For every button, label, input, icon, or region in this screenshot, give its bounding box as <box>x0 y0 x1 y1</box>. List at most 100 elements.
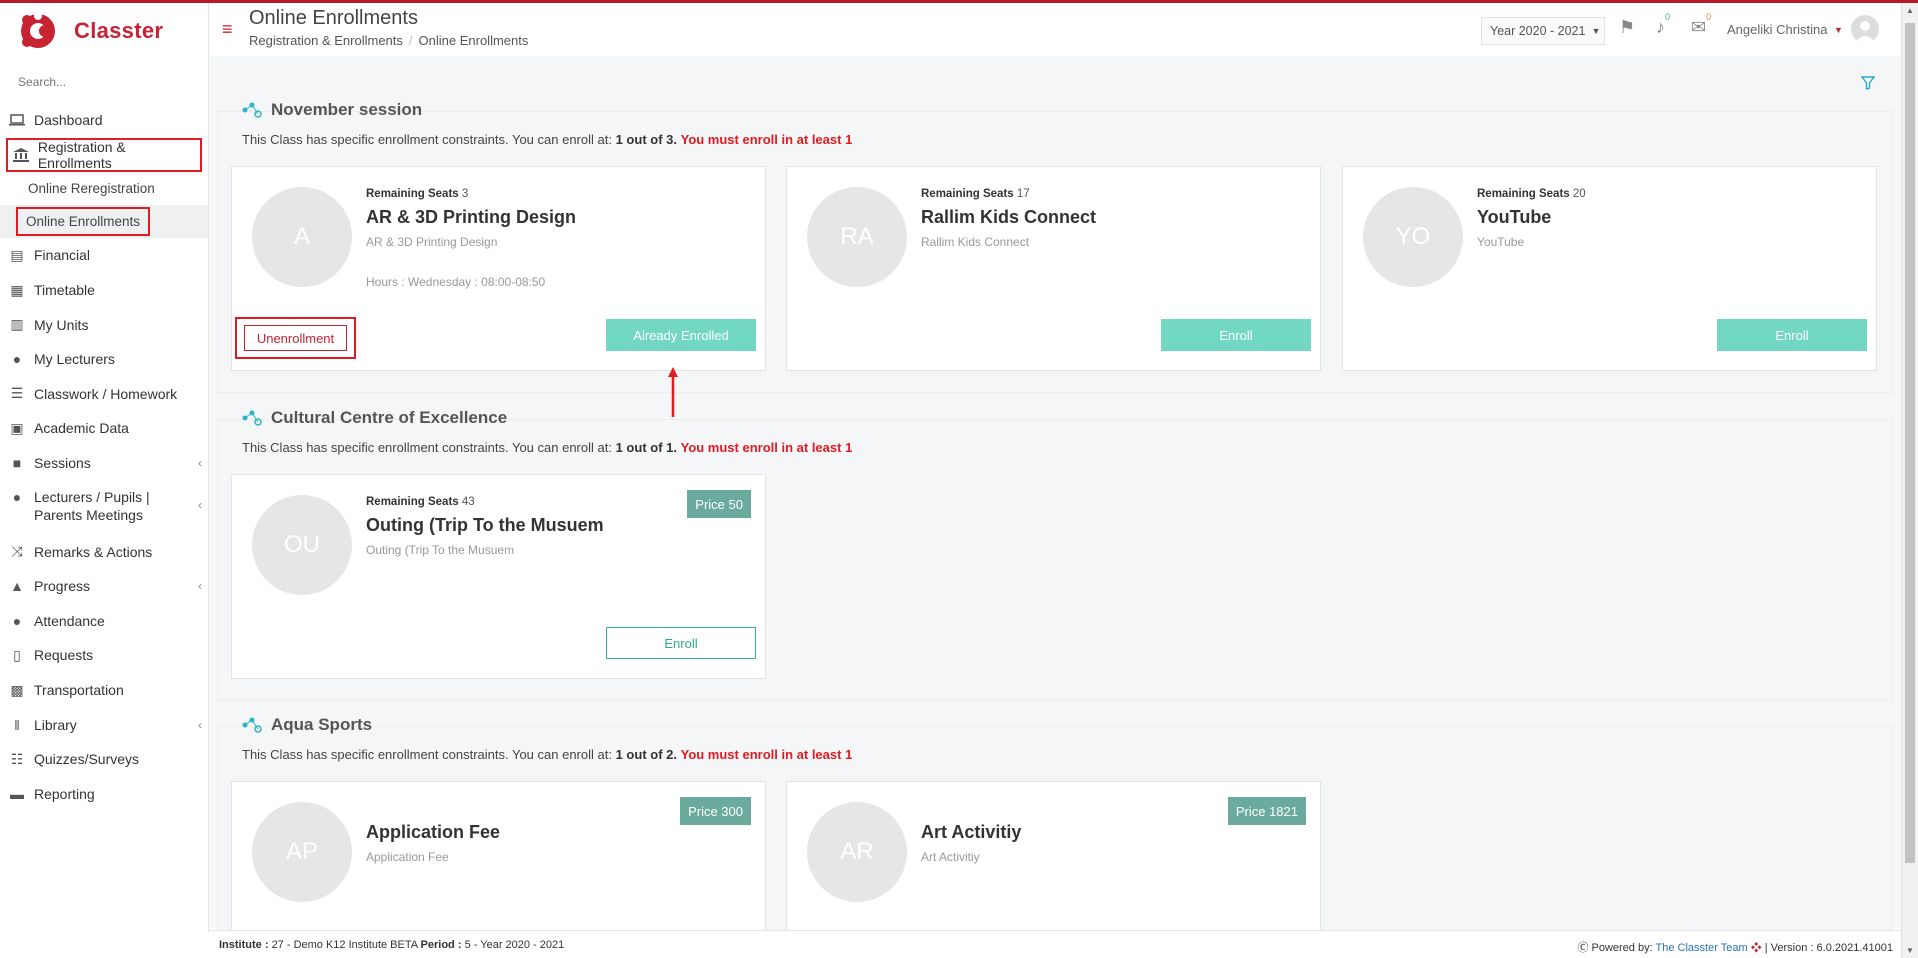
search-input[interactable] <box>0 67 208 97</box>
class-card: YO Remaining Seats 20 YouTube YouTube En… <box>1342 166 1877 371</box>
enroll-button[interactable]: Enroll <box>606 627 756 659</box>
scroll-down-icon[interactable]: ▼ <box>1906 946 1914 955</box>
hamburger-menu-icon[interactable]: ≡ <box>222 19 233 40</box>
sidebar-item-my-units[interactable]: ▥ My Units <box>0 307 208 342</box>
institute-label: Institute : <box>219 939 269 951</box>
sidebar-item-registration-enrollments[interactable]: Registration & Enrollments <box>6 137 202 173</box>
books-icon: ‖ <box>14 716 20 733</box>
classter-logo-icon <box>21 12 55 48</box>
sidebar-item-academic-data[interactable]: ▣ Academic Data <box>0 411 208 446</box>
book-icon: ▥ <box>10 316 24 333</box>
year-select[interactable]: Year 2020 - 2021 ▼ <box>1481 17 1605 45</box>
powered-link[interactable]: The Classter Team <box>1656 942 1748 954</box>
sidebar-item-label: Reporting <box>34 785 95 802</box>
logo[interactable]: Classter <box>0 3 208 59</box>
sidebar-subitem-online-enrollments[interactable]: Online Enrollments <box>0 205 208 239</box>
bell-icon[interactable]: ♪ 0 <box>1656 12 1673 38</box>
sidebar-item-my-lecturers[interactable]: ● My Lecturers <box>0 342 208 377</box>
sidebar-item-label: Attendance <box>34 612 105 629</box>
class-initials-avatar: RA <box>807 187 907 287</box>
chart-icon: ▣ <box>10 419 24 436</box>
class-title: Art Activitiy <box>921 822 1022 842</box>
class-initials-avatar: AR <box>807 802 907 902</box>
sidebar-item-reporting[interactable]: ▬ Reporting <box>0 777 208 812</box>
class-card: RA Remaining Seats 17 Rallim Kids Connec… <box>786 166 1321 371</box>
sidebar-item-label: Remarks & Actions <box>34 543 153 560</box>
sidebar-item-transportation[interactable]: ▩ Transportation <box>0 673 208 708</box>
envelope-icon[interactable]: ✉ 0 <box>1691 12 1715 38</box>
app-name: Classter <box>74 18 164 43</box>
constraint-text: This Class has specific enrollment const… <box>242 440 852 455</box>
caret-down-icon[interactable]: ▼ <box>1834 25 1843 35</box>
sidebar-item-attendance[interactable]: ● Attendance <box>0 604 208 639</box>
class-initials-avatar: OU <box>252 495 352 595</box>
filter-icon[interactable] <box>1860 76 1876 95</box>
notifications-badge: 0 <box>1661 12 1673 22</box>
classter-small-icon: ❖ <box>1750 942 1762 954</box>
section-title-text: November session <box>271 100 423 119</box>
constraint-label: This Class has specific enrollment const… <box>242 440 612 455</box>
sidebar-item-classwork-homework[interactable]: ☰ Classwork / Homework <box>0 377 208 412</box>
sidebar-item-library[interactable]: ‖ Library ‹ <box>0 707 208 742</box>
period-label: Period : <box>420 939 462 951</box>
network-icon <box>242 410 262 426</box>
section-title-text: Cultural Centre of Excellence <box>271 408 508 427</box>
network-icon <box>242 717 262 733</box>
footer: Institute : 27 - Demo K12 Institute BETA… <box>209 930 1901 958</box>
class-subtitle: Art Activitiy <box>921 850 980 864</box>
breadcrumb-separator: / <box>408 33 413 48</box>
breadcrumb-item[interactable]: Registration & Enrollments <box>249 33 403 48</box>
shuffle-icon: ⤨ <box>11 543 23 560</box>
sidebar-item-timetable[interactable]: ▦ Timetable <box>0 273 208 308</box>
constraint-warning: You must enroll in at least 1 <box>680 747 853 762</box>
price-badge: Price 50 <box>687 490 751 518</box>
sidebar-item-label: Timetable <box>34 282 95 299</box>
class-title: AR & 3D Printing Design <box>366 207 577 227</box>
seats-value: 17 <box>1016 188 1030 200</box>
sidebar-item-progress[interactable]: ▲ Progress ‹ <box>0 569 208 604</box>
scroll-up-icon[interactable]: ▲ <box>1906 6 1914 15</box>
flag-icon[interactable]: ⚑ <box>1619 17 1635 38</box>
footer-powered-by: Ⓒ Powered by: The Classter Team ❖ | Vers… <box>1577 939 1893 955</box>
sidebar-item-label: My Units <box>34 316 89 333</box>
class-hours: Hours : Wednesday : 08:00-08:50 <box>366 275 546 289</box>
sidebar-item-remarks-actions[interactable]: ⤨ Remarks & Actions <box>0 534 208 569</box>
constraint-warning: You must enroll in at least 1 <box>680 440 853 455</box>
sidebar-item-label: Academic Data <box>34 420 129 437</box>
sidebar-item-quizzes-surveys[interactable]: ☷ Quizzes/Surveys <box>0 742 208 777</box>
price-badge: Price 300 <box>680 797 751 825</box>
constraint-label: This Class has specific enrollment const… <box>242 132 612 147</box>
sidebar-item-meetings[interactable]: ● Lecturers / Pupils | Parents Meetings … <box>0 480 208 534</box>
breadcrumb: Registration & Enrollments / Online Enroll… <box>249 33 528 48</box>
institution-icon <box>12 147 30 162</box>
institute-value: 27 - Demo K12 Institute BETA <box>271 939 418 951</box>
users-icon: ● <box>12 351 22 368</box>
enroll-button[interactable]: Enroll <box>1717 319 1867 351</box>
footer-institute-info: Institute : 27 - Demo K12 Institute BETA… <box>219 939 564 951</box>
class-initials-avatar: YO <box>1363 187 1463 287</box>
seats-value: 43 <box>461 496 475 508</box>
sidebar-item-financial[interactable]: ▤ Financial <box>0 238 208 273</box>
avatar[interactable] <box>1851 15 1879 43</box>
copyright-icon: Ⓒ <box>1577 942 1589 954</box>
sidebar-item-sessions[interactable]: ■ Sessions ‹ <box>0 446 208 481</box>
sidebar-item-dashboard[interactable]: Dashboard <box>0 103 208 138</box>
enroll-button[interactable]: Enroll <box>1161 319 1311 351</box>
unenrollment-button[interactable]: Unenrollment <box>244 325 347 351</box>
class-card: A Remaining Seats 3 AR & 3D Printing Des… <box>231 166 766 371</box>
period-value: 5 - Year 2020 - 2021 <box>464 939 565 951</box>
sidebar-subitem-online-reregistration[interactable]: Online Reregistration <box>0 172 208 205</box>
user-name[interactable]: Angeliki Christina <box>1727 22 1827 37</box>
page-scrollbar[interactable]: ▲ ▼ <box>1901 3 1918 958</box>
section-title: Cultural Centre of Excellence <box>241 407 507 429</box>
already-enrolled-button[interactable]: Already Enrolled <box>606 319 756 351</box>
sidebar-item-requests[interactable]: ▯ Requests <box>0 638 208 673</box>
sidebar-item-label: Sessions <box>34 455 91 472</box>
seats-value: 20 <box>1572 188 1586 200</box>
scrollbar-thumb[interactable] <box>1905 23 1915 863</box>
bus-icon: ▩ <box>10 681 24 698</box>
class-subtitle: Rallim Kids Connect <box>921 235 1030 249</box>
user-check-icon: ● <box>12 612 22 629</box>
constraint-warning: You must enroll in at least 1 <box>680 132 853 147</box>
class-subtitle: AR & 3D Printing Design <box>366 235 498 249</box>
